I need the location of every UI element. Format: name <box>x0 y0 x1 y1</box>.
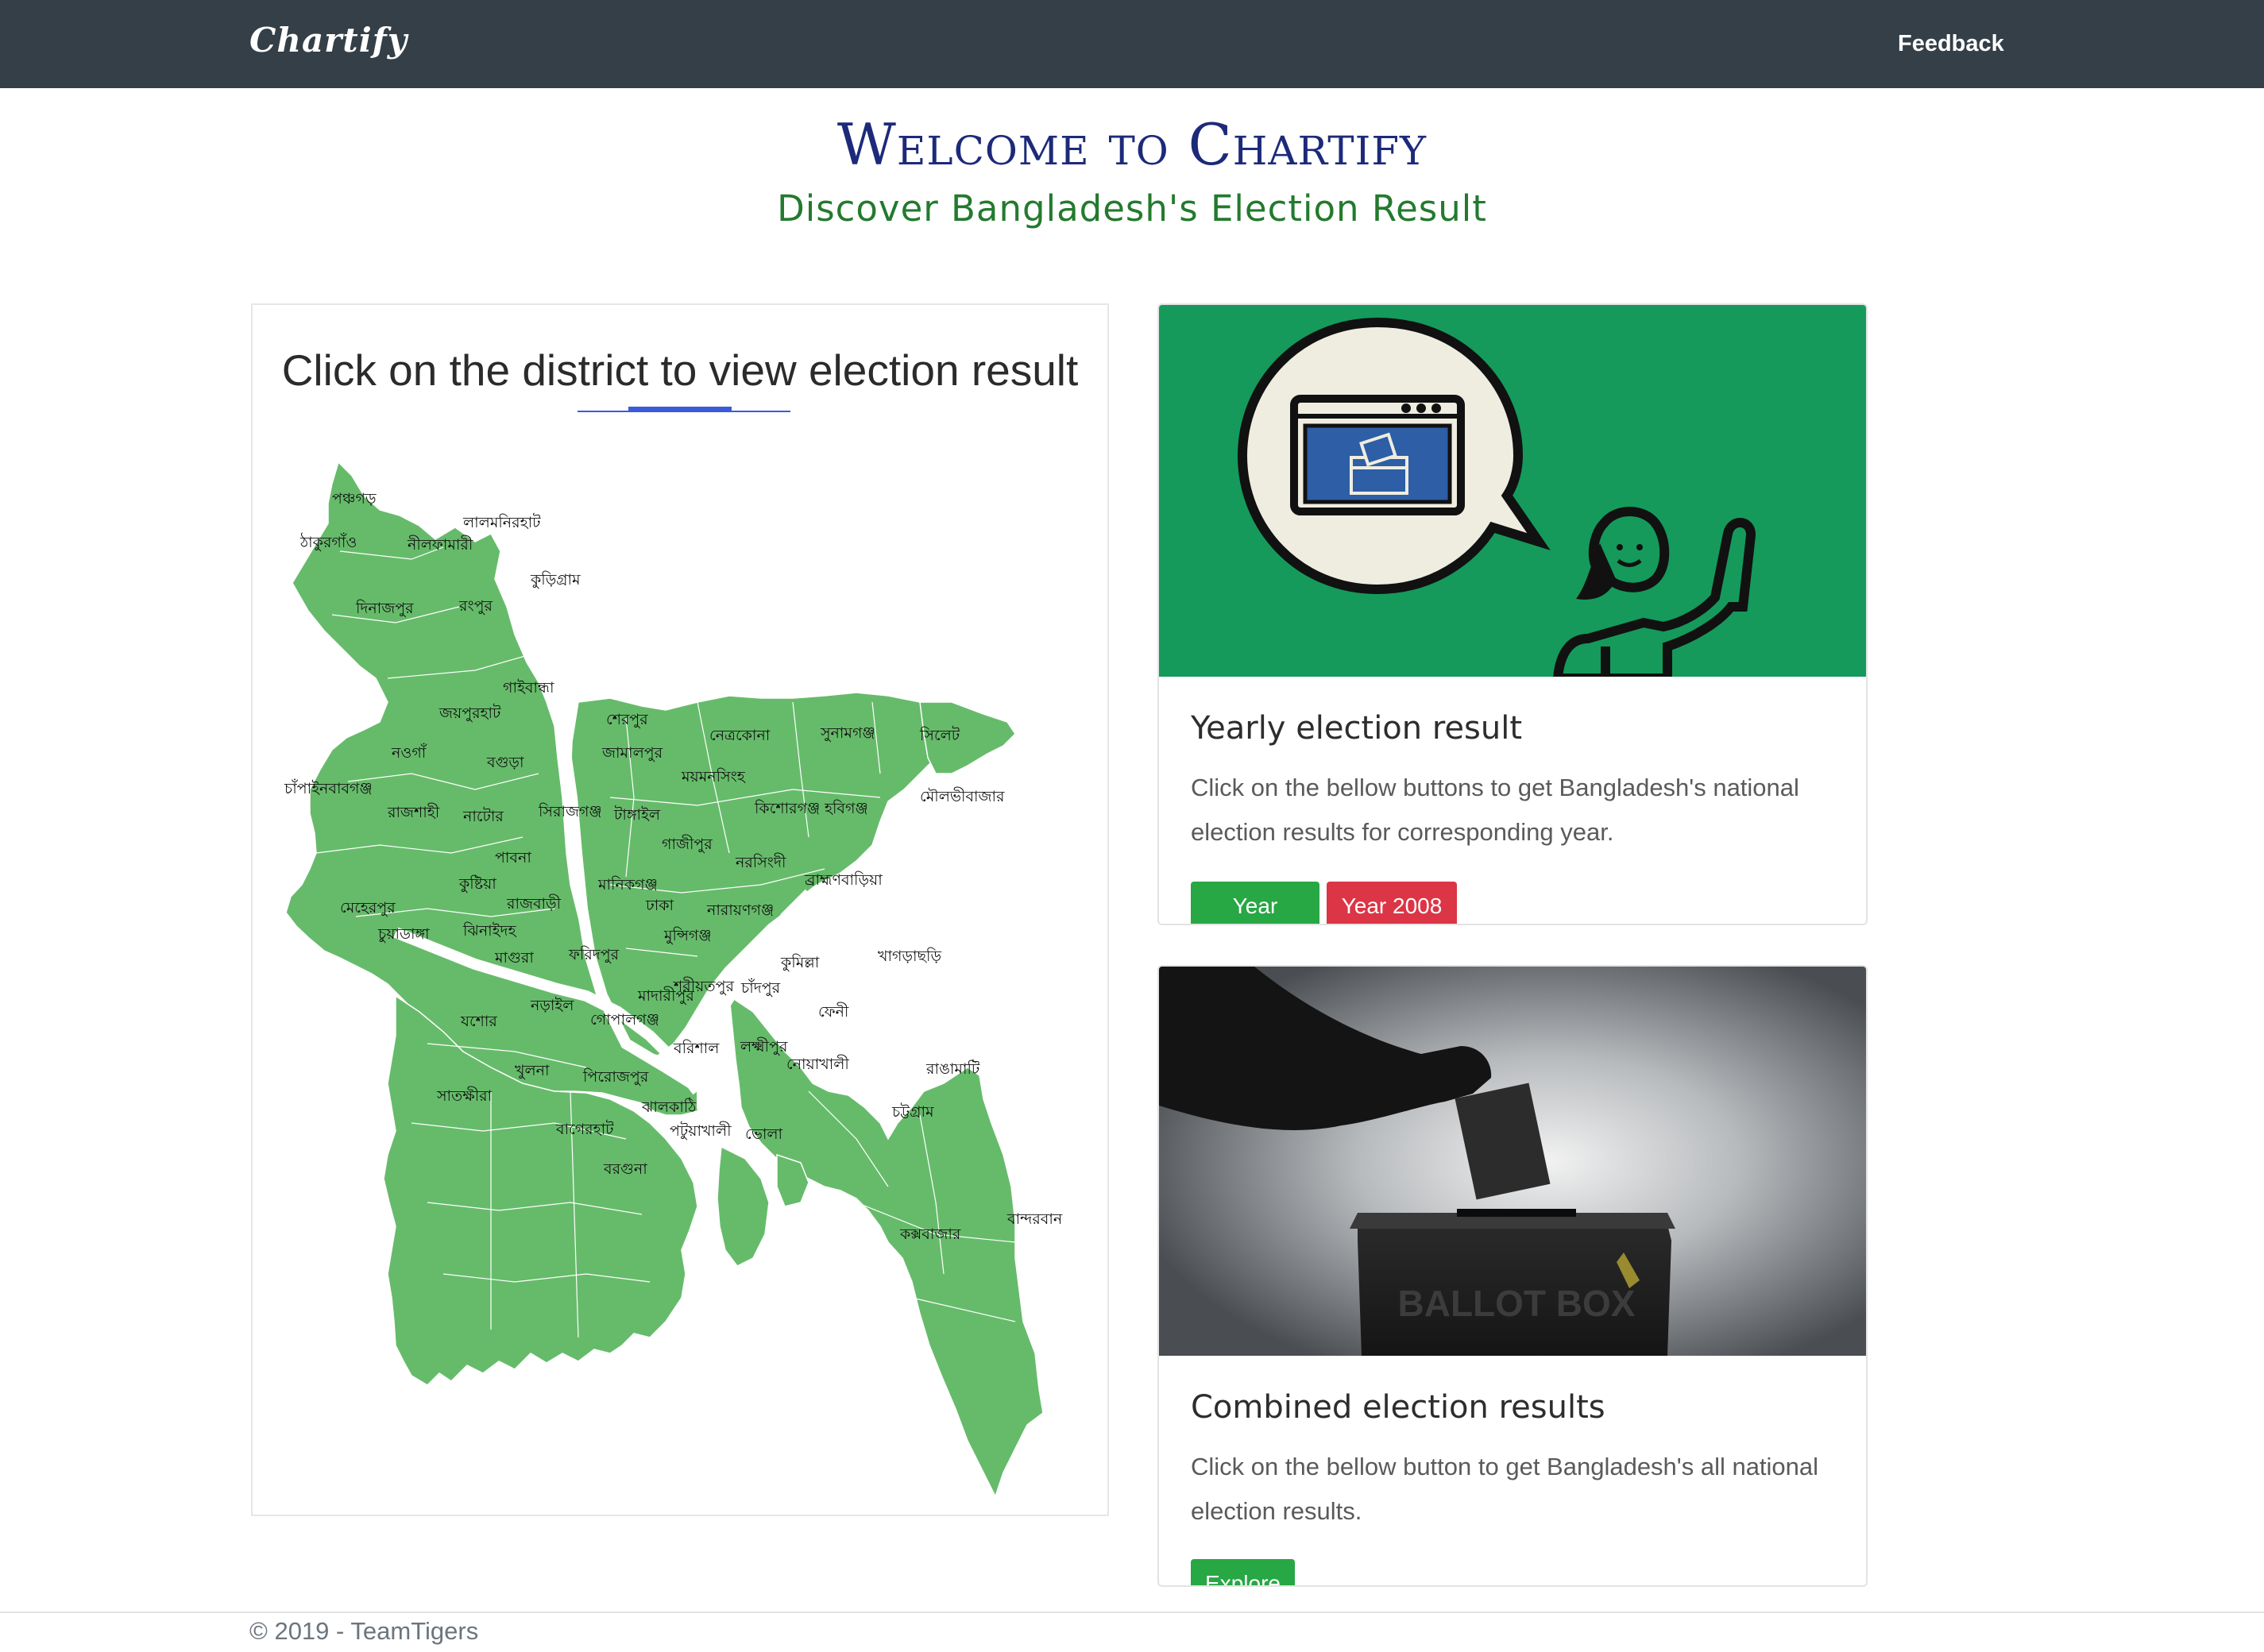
district-label[interactable]: বান্দরবান <box>1006 1210 1063 1228</box>
district-label[interactable]: মানিকগঞ্জ <box>597 876 658 894</box>
explore-button[interactable]: Explore <box>1191 1559 1295 1585</box>
district-label[interactable]: ভোলা <box>745 1125 783 1143</box>
footer-copyright: © 2019 - TeamTigers <box>249 1617 479 1645</box>
footer-divider <box>0 1611 2264 1613</box>
district-label[interactable]: নীলফামারী <box>407 535 473 554</box>
district-label[interactable]: যশোর <box>460 1013 497 1030</box>
district-label[interactable]: সাতক্ষীরা <box>436 1087 493 1105</box>
district-label[interactable]: বরগুনা <box>603 1160 647 1178</box>
yearly-result-card: Yearly election result Click on the bell… <box>1157 303 1868 925</box>
district-label[interactable]: ব্রাহ্মণবাড়িয়া <box>804 871 883 889</box>
district-label[interactable]: মাদারীপুর <box>637 986 694 1005</box>
district-label[interactable]: বগুড়া <box>486 754 524 771</box>
district-label[interactable]: নরসিংদী <box>735 853 786 871</box>
district-label[interactable]: মৌলভীবাজার <box>920 787 1005 805</box>
district-label[interactable]: ঠাকুরগাঁও <box>299 533 357 551</box>
map-region-southeast[interactable] <box>728 994 1044 1498</box>
title-underline-accent <box>628 407 732 412</box>
combined-result-card: BALLOT BOX Combined election results Cli… <box>1157 965 1868 1587</box>
district-label[interactable]: গোপালগঞ্জ <box>590 1011 659 1029</box>
map-island-bhola[interactable] <box>717 1145 770 1267</box>
district-label[interactable]: খুলনা <box>515 1062 550 1079</box>
district-label[interactable]: রাজবাড়ী <box>506 894 562 913</box>
district-label[interactable]: মাগুরা <box>494 949 534 967</box>
district-label[interactable]: জয়পুরহাট <box>439 704 501 722</box>
district-label[interactable]: গাইবান্ধা <box>503 679 554 697</box>
year-2001-button[interactable]: Year 2001 <box>1191 882 1319 924</box>
combined-card-title: Combined election results <box>1191 1389 1605 1426</box>
district-label[interactable]: নড়াইল <box>530 997 574 1014</box>
yearly-card-title: Yearly election result <box>1191 710 1523 747</box>
district-label[interactable]: নেত্রকোনা <box>709 727 771 744</box>
district-label[interactable]: কুড়িগ্রাম <box>530 571 581 589</box>
district-label[interactable]: চট্টগ্রাম <box>891 1102 934 1121</box>
district-label[interactable]: রাজশাহী <box>387 803 440 821</box>
district-label[interactable]: ময়মনসিংহ <box>681 768 746 785</box>
map-card: Click on the district to view election r… <box>251 303 1109 1516</box>
district-label[interactable]: নাটোর <box>462 807 504 825</box>
page-subtitle: Discover Bangladesh's Election Result <box>777 187 1487 230</box>
district-label[interactable]: কুষ্টিয়া <box>458 875 496 893</box>
ballot-box-text: BALLOT BOX <box>1398 1283 1636 1324</box>
district-label[interactable]: ফেনী <box>818 1002 849 1021</box>
district-label[interactable]: ঝালকাঠি <box>641 1098 697 1116</box>
feedback-link[interactable]: Feedback <box>1898 31 2004 57</box>
district-label[interactable]: দিনাজপুর <box>355 600 414 617</box>
district-label[interactable]: নারায়ণগঞ্জ <box>706 901 774 919</box>
district-label[interactable]: হবিগঞ্জ <box>824 800 868 817</box>
year-2008-button[interactable]: Year 2008 <box>1327 882 1457 924</box>
district-label[interactable]: পিরোজপুর <box>582 1068 649 1086</box>
district-label[interactable]: নোয়াখালী <box>786 1055 849 1073</box>
district-label[interactable]: কুমিল্লা <box>780 954 820 971</box>
page-title: Welcome to Chartify <box>836 111 1428 178</box>
district-label[interactable]: পটুয়াখালী <box>670 1121 732 1140</box>
district-label[interactable]: চাঁদপুর <box>740 978 781 997</box>
district-label[interactable]: পঞ্চগড় <box>332 490 377 508</box>
district-label[interactable]: ঝিনাইদহ <box>462 922 517 940</box>
district-label[interactable]: পাবনা <box>495 849 531 867</box>
district-label[interactable]: বরিশাল <box>673 1040 720 1057</box>
district-label[interactable]: রংপুর <box>458 597 493 615</box>
bangladesh-district-map[interactable]: পঞ্চগড় লালমনিরহাট ঠাকুরগাঁও নীলফামারী কুড়ি… <box>253 440 1107 1516</box>
district-label[interactable]: বাগেরহাট <box>555 1120 614 1138</box>
district-label[interactable]: সিরাজগঞ্জ <box>538 803 602 820</box>
district-label[interactable]: লালমনিরহাট <box>462 513 541 531</box>
yearly-card-text: Click on the bellow buttons to get Bangl… <box>1191 774 1799 846</box>
voting-illustration <box>1159 305 1866 677</box>
brand-logo[interactable]: Chartify <box>249 21 408 60</box>
district-label[interactable]: কক্সবাজার <box>899 1225 961 1243</box>
district-label[interactable]: লক্ষ্মীপুর <box>740 1037 788 1056</box>
district-label[interactable]: মুন্সিগঞ্জ <box>663 927 712 944</box>
district-label[interactable]: টাঙ্গাইল <box>613 805 661 824</box>
district-label[interactable]: নওগাঁ <box>391 743 427 762</box>
ballot-box-photo: BALLOT BOX <box>1159 967 1866 1356</box>
district-label[interactable]: চাঁপাইনবাবগঞ্জ <box>284 779 373 797</box>
district-label[interactable]: রাঙামাটি <box>925 1060 980 1078</box>
district-label[interactable]: সুনামগঞ্জ <box>820 724 875 742</box>
district-label[interactable]: জামালপুর <box>601 744 663 762</box>
combined-card-text: Click on the bellow button to get Bangla… <box>1191 1453 1819 1525</box>
district-label[interactable]: চুয়াডাঙ্গা <box>377 925 430 943</box>
district-label[interactable]: শেরপুর <box>606 711 648 728</box>
district-label[interactable]: কিশোরগঞ্জ <box>754 800 820 817</box>
district-label[interactable]: সিলেট <box>919 726 960 744</box>
district-label[interactable]: ফরিদপুর <box>568 946 620 963</box>
district-label[interactable]: ঢাকা <box>645 897 674 914</box>
district-label[interactable]: খাগড়াছড়ি <box>878 948 941 965</box>
navbar: Chartify Feedback <box>0 0 2264 88</box>
district-label[interactable]: গাজীপুর <box>662 835 713 853</box>
district-label[interactable]: মেহেরপুর <box>340 899 396 917</box>
map-card-title: Click on the district to view election r… <box>281 345 1079 395</box>
